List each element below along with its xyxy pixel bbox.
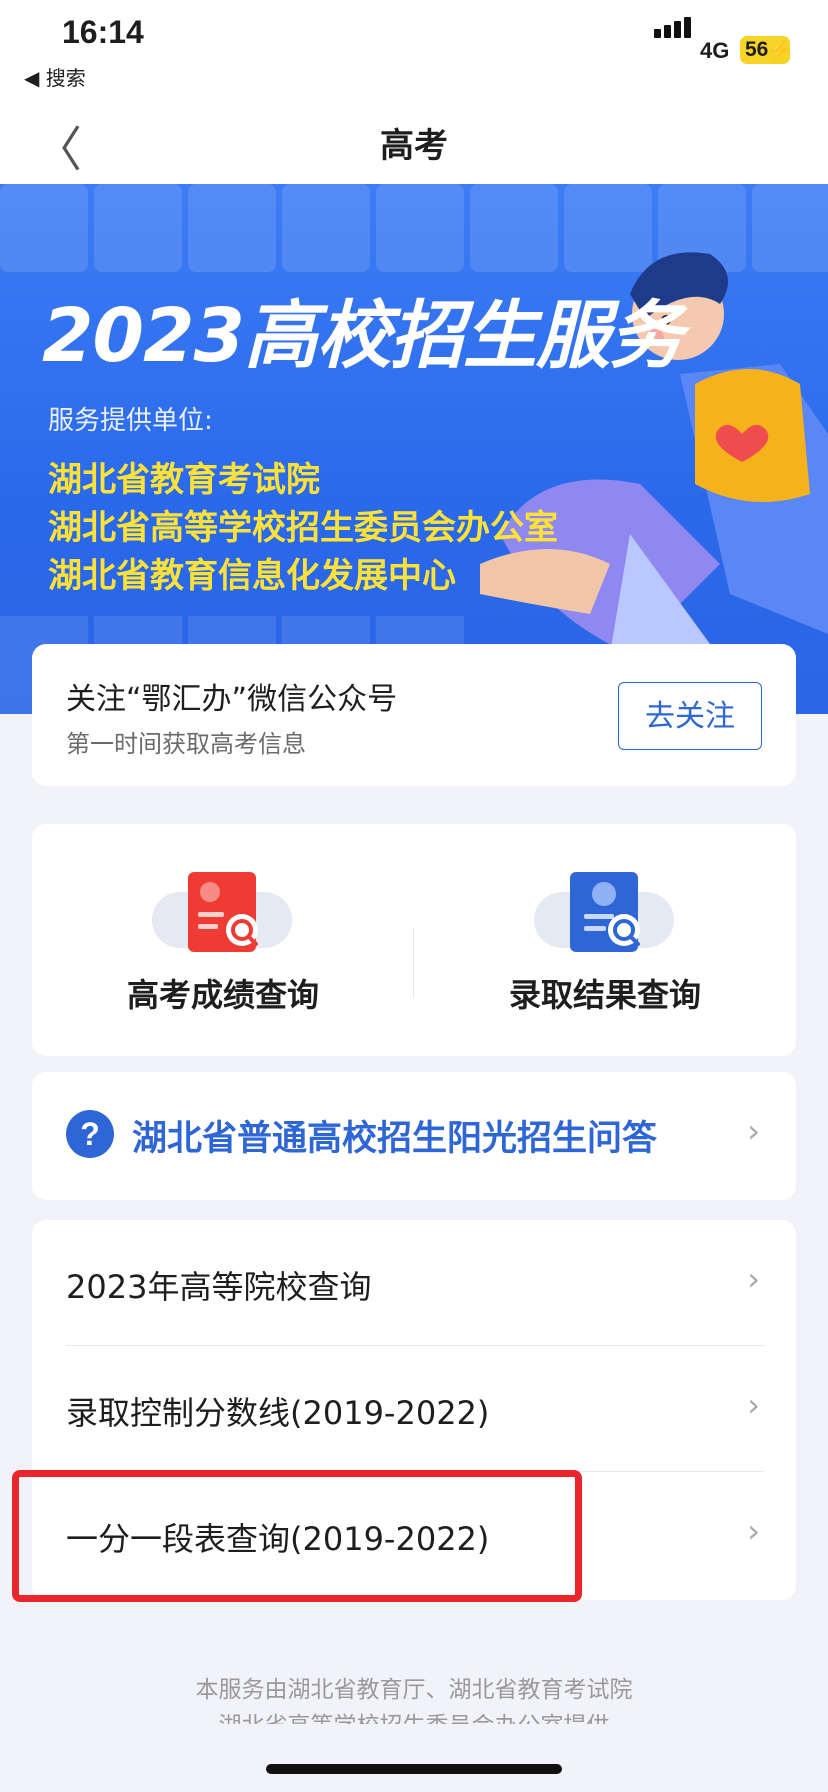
follow-wechat-card: 关注“鄂汇办”微信公众号 第一时间获取高考信息 去关注 (32, 644, 796, 786)
follow-subtitle: 第一时间获取高考信息 (66, 730, 306, 758)
decor-tile (282, 184, 370, 272)
question-icon: ? (66, 1110, 114, 1158)
chevron-right-icon: › (747, 1112, 760, 1150)
admission-query-button[interactable]: 录取结果查询 (414, 824, 796, 1056)
decor-tile (0, 184, 88, 272)
score-query-label: 高考成绩查询 (126, 976, 319, 1014)
chevron-right-icon: › (747, 1386, 760, 1424)
battery-level: 56 (745, 38, 769, 61)
nav-bar: 〈 高考 (0, 96, 828, 184)
home-indicator[interactable] (266, 1764, 562, 1774)
score-report-icon (152, 872, 292, 952)
chevron-right-icon: › (747, 1260, 760, 1298)
footer-line-1: 本服务由湖北省教育厅、湖北省教育考试院 (195, 1677, 633, 1703)
provider-2: 湖北省高等学校招生委员会办公室 (48, 508, 558, 548)
list-item-label: 录取控制分数线(2019-2022) (66, 1394, 490, 1432)
decor-tile (94, 184, 182, 272)
hero-banner: 2023高校招生服务 服务提供单位: 湖北省教育考试院 湖北省高等学校招生委员会… (0, 184, 828, 714)
charging-icon: ⚡ (768, 40, 791, 60)
page-title: 高考 (380, 126, 448, 166)
bottom-mask (0, 1724, 828, 1792)
score-query-button[interactable]: 高考成绩查询 (32, 824, 414, 1056)
admission-certificate-icon (534, 872, 674, 952)
quick-query-card: 高考成绩查询 录取结果查询 (32, 824, 796, 1056)
list-item-college-query[interactable]: 2023年高等院校查询 › (32, 1220, 796, 1346)
follow-title: 关注“鄂汇办”微信公众号 (66, 682, 398, 717)
list-item-cutoff-scores[interactable]: 录取控制分数线(2019-2022) › (32, 1346, 796, 1472)
network-type: 4G (700, 38, 730, 63)
battery-indicator: 56⚡ (740, 36, 791, 64)
list-item-label: 2023年高等院校查询 (66, 1268, 372, 1306)
back-to-search-link[interactable]: ◀ 搜索 (24, 62, 86, 91)
footer-line-2: 湖北省高等学校招生委员会办公室提供 (0, 1706, 828, 1724)
faq-card[interactable]: ? 湖北省普通高校招生阳光招生问答 › (32, 1072, 796, 1200)
highlight-box (12, 1470, 582, 1602)
provider-3: 湖北省教育信息化发展中心 (48, 556, 456, 596)
chevron-right-icon: › (747, 1512, 760, 1550)
admission-query-label: 录取结果查询 (508, 976, 701, 1014)
follow-button[interactable]: 去关注 (618, 682, 762, 750)
status-bar: 16:14 ◀ 搜索 4G 56⚡ (0, 0, 828, 96)
decor-tile (188, 184, 276, 272)
clock: 16:14 (62, 14, 144, 50)
provider-1: 湖北省教育考试院 (48, 460, 320, 500)
decor-tile (376, 184, 464, 272)
banner-title: 2023高校招生服务 (42, 293, 683, 379)
faq-label: 湖北省普通高校招生阳光招生问答 (132, 1119, 658, 1159)
provider-label: 服务提供单位: (48, 406, 213, 436)
